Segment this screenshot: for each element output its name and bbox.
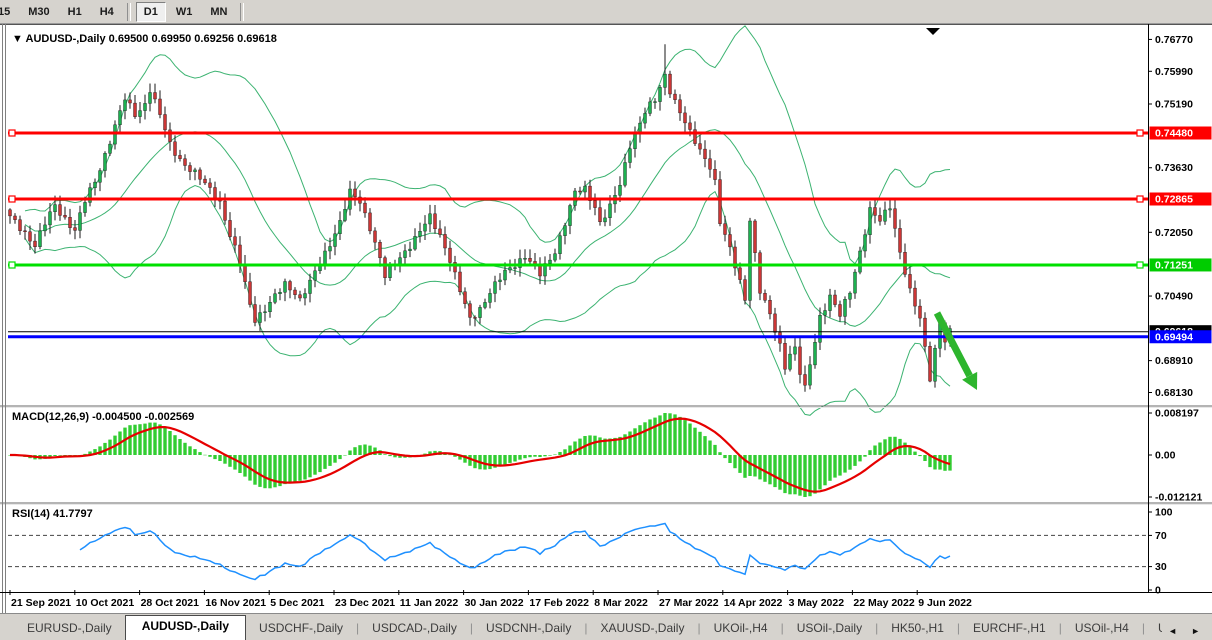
date-label: 21 Sep 2021 xyxy=(11,597,71,609)
timeframe-button-h1[interactable]: H1 xyxy=(60,2,90,22)
date-label: 27 Mar 2022 xyxy=(659,597,719,609)
tab-eurusd-daily[interactable]: EURUSD-,Daily xyxy=(14,618,125,640)
level-line-0.71251[interactable] xyxy=(8,262,1148,268)
level-handle[interactable] xyxy=(1137,262,1143,268)
tab-usoil-daily[interactable]: USOil-,Daily xyxy=(784,618,875,640)
date-label: 23 Dec 2021 xyxy=(335,597,395,609)
panel-frames xyxy=(0,24,1212,613)
svg-text:0.75190: 0.75190 xyxy=(1155,98,1193,110)
tab-usoil-h4[interactable]: USOil-,H4 xyxy=(1062,618,1142,640)
tab-hk50-h1[interactable]: HK50-,H1 xyxy=(878,618,957,640)
timeframe-button-mn[interactable]: MN xyxy=(202,2,235,22)
tab-eurchf-h1[interactable]: EURCHF-,H1 xyxy=(960,618,1059,640)
macd-label: MACD(12,26,9) -0.004500 -0.002569 xyxy=(12,411,194,423)
tab-usdchf-daily[interactable]: USDCHF-,Daily xyxy=(246,618,356,640)
date-label: 8 Mar 2022 xyxy=(594,597,648,609)
svg-text:0: 0 xyxy=(1155,585,1161,597)
tab-usdcad-daily[interactable]: USDCAD-,Daily xyxy=(359,618,470,640)
rsi-indicator xyxy=(8,524,1148,580)
trend-arrow[interactable] xyxy=(937,313,977,390)
svg-text:0.00: 0.00 xyxy=(1155,450,1176,462)
chart-svg[interactable]: 0.76770 0.75990 0.75190 0.73630 0.72050 0.704… xyxy=(0,24,1212,613)
timeframe-button-m30[interactable]: M30 xyxy=(20,2,57,22)
date-label: 14 Apr 2022 xyxy=(724,597,783,609)
macd-indicator xyxy=(8,413,951,497)
date-label: 16 Nov 2021 xyxy=(205,597,266,609)
svg-text:0.68130: 0.68130 xyxy=(1155,387,1193,399)
tab-ukoil-h4[interactable]: UKOil-,H4 xyxy=(701,618,781,640)
tab-scroll-right[interactable]: ► xyxy=(1191,627,1200,636)
macd-axis[interactable]: 0.008197 0.00 -0.012121 xyxy=(1148,408,1202,504)
date-label: 9 Jun 2022 xyxy=(918,597,972,609)
svg-text:0.72050: 0.72050 xyxy=(1155,227,1193,239)
level-handle[interactable] xyxy=(1137,130,1143,136)
toolbar-separator xyxy=(240,3,244,21)
rsi-label: RSI(14) 41.7797 xyxy=(12,508,93,520)
rsi-axis[interactable]: 100 70 30 0 xyxy=(1148,507,1173,597)
svg-text:0.72865: 0.72865 xyxy=(1155,193,1193,205)
chart-title: ▼ AUDUSD-,Daily 0.69500 0.69950 0.69256 … xyxy=(12,33,277,45)
date-label: 11 Jan 2022 xyxy=(400,597,459,609)
time-axis[interactable]: 21 Sep 2021 10 Oct 2021 28 Oct 2021 16 Nov … xyxy=(0,590,1212,609)
svg-text:30: 30 xyxy=(1155,561,1167,573)
date-label: 5 Dec 2021 xyxy=(270,597,324,609)
date-label: 28 Oct 2021 xyxy=(141,597,200,609)
chart-tab-bar: EURUSD-,DailyAUDUSD-,DailyUSDCHF-,Daily|… xyxy=(0,613,1212,640)
timeframe-button-15[interactable]: 15 xyxy=(0,2,18,22)
date-label: 30 Jan 2022 xyxy=(465,597,524,609)
tab-scroll-left[interactable]: ◄ xyxy=(1168,627,1177,636)
date-label: 17 Feb 2022 xyxy=(529,597,589,609)
tab-xauusd-daily[interactable]: XAUUSD-,Daily xyxy=(587,618,697,640)
svg-text:0.73630: 0.73630 xyxy=(1155,162,1193,174)
svg-text:0.008197: 0.008197 xyxy=(1155,408,1199,420)
tab-scroll-arrows: ◄► xyxy=(1162,627,1212,640)
chart-tabs: EURUSD-,DailyAUDUSD-,DailyUSDCHF-,Daily|… xyxy=(0,614,1162,640)
timeframe-button-h4[interactable]: H4 xyxy=(92,2,122,22)
level-handle[interactable] xyxy=(9,196,15,202)
date-label: 10 Oct 2021 xyxy=(76,597,135,609)
tab-audusd-daily[interactable]: AUDUSD-,Daily xyxy=(125,615,246,640)
toolbar-separator xyxy=(127,3,131,21)
svg-text:0.75990: 0.75990 xyxy=(1155,66,1193,78)
svg-text:70: 70 xyxy=(1155,530,1167,542)
candles xyxy=(9,44,952,391)
level-handle[interactable] xyxy=(9,262,15,268)
tab-ukoil-h4[interactable]: UKOil-,H4 xyxy=(1145,618,1162,640)
svg-text:0.71251: 0.71251 xyxy=(1155,259,1193,271)
level-handle[interactable] xyxy=(1137,196,1143,202)
svg-text:0.70490: 0.70490 xyxy=(1155,291,1193,303)
svg-text:-0.012121: -0.012121 xyxy=(1155,492,1202,504)
level-handle[interactable] xyxy=(9,130,15,136)
svg-text:0.68910: 0.68910 xyxy=(1155,355,1193,367)
svg-text:0.69494: 0.69494 xyxy=(1155,331,1193,343)
tab-usdcnh-daily[interactable]: USDCNH-,Daily xyxy=(473,618,584,640)
timeframe-toolbar: 15M30H1H4 D1W1MN xyxy=(0,0,1212,24)
date-label: 3 May 2022 xyxy=(789,597,845,609)
timeframe-button-d1[interactable]: D1 xyxy=(136,2,166,22)
bollinger-bands xyxy=(25,26,950,416)
timeframe-button-w1[interactable]: W1 xyxy=(168,2,201,22)
svg-text:0.74480: 0.74480 xyxy=(1155,128,1193,140)
svg-text:0.76770: 0.76770 xyxy=(1155,34,1193,46)
current-bar-marker xyxy=(926,28,940,35)
date-label: 22 May 2022 xyxy=(853,597,914,609)
svg-text:100: 100 xyxy=(1155,507,1173,519)
terminal-window: 15M30H1H4D1W1MN 0.767700.759900.751900.7… xyxy=(0,0,1212,640)
